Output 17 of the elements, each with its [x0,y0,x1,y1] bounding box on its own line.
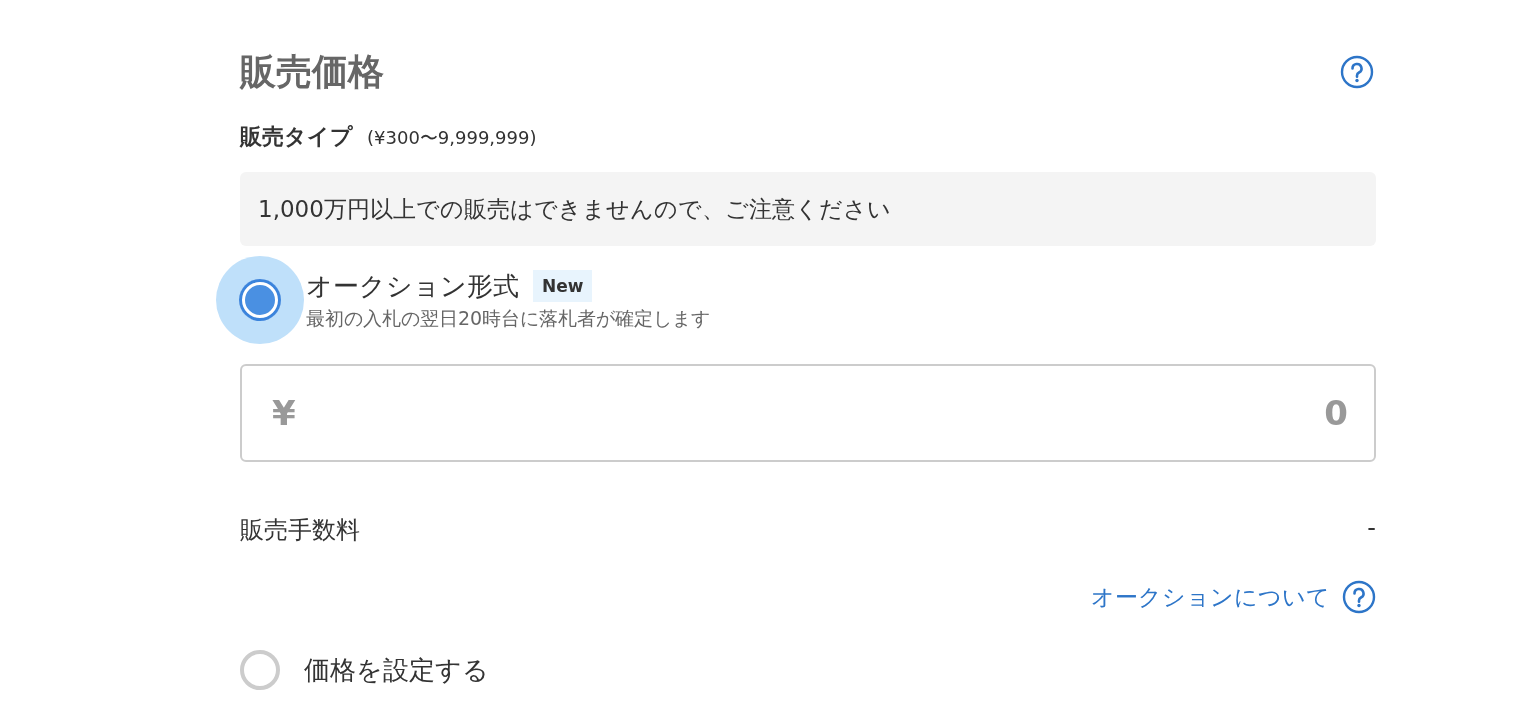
currency-symbol: ¥ [272,393,296,433]
help-icon[interactable] [1340,55,1374,89]
new-badge: New [533,270,593,302]
section-title: 販売価格 [240,50,384,94]
option-label: 価格を設定する [304,653,489,687]
auction-info-link[interactable]: オークションについて [1091,581,1330,613]
radio-button[interactable] [240,650,280,690]
sale-type-label: 販売タイプ [240,123,353,151]
notice-banner: 1,000万円以上での販売はできませんので、ご注意ください [240,172,1376,246]
price-field[interactable]: ¥ 0 [240,364,1376,462]
fee-value: - [1367,514,1376,544]
price-range: (¥300〜9,999,999) [367,126,537,150]
fee-label: 販売手数料 [240,515,360,546]
help-icon[interactable] [1342,580,1376,614]
price-placeholder: 0 [1324,393,1348,433]
option-description: 最初の入札の翌日20時台に落札者が確定します [306,305,711,331]
option-label: オークション形式 [306,269,519,303]
